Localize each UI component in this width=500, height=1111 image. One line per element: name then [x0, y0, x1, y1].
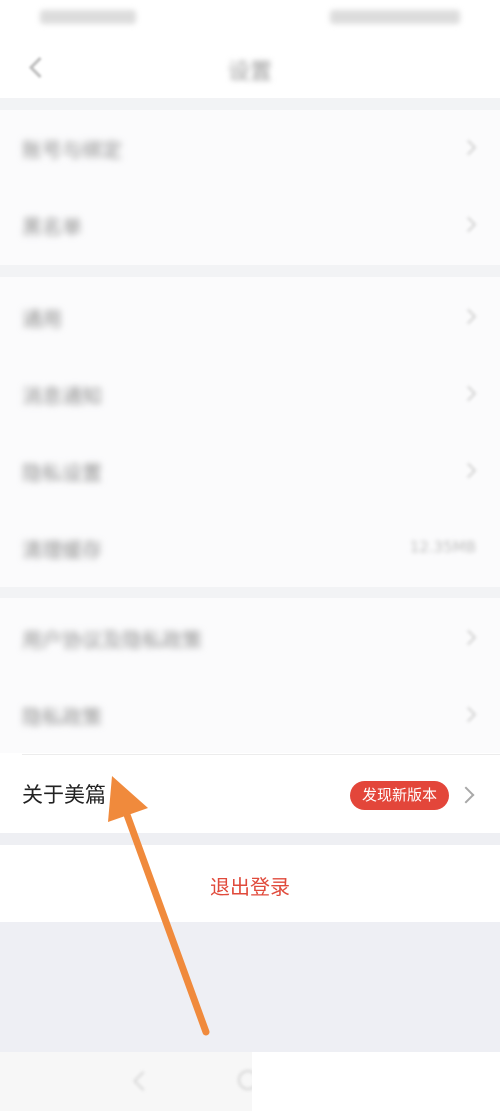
settings-item-label: 消息通知: [22, 384, 102, 408]
new-version-badge: 发现新版本: [350, 781, 450, 810]
settings-group-account: 账号与绑定 黑名单: [0, 110, 500, 265]
chevron-right-icon: [460, 216, 477, 233]
chevron-right-icon: [460, 462, 477, 479]
screenshot-crop-overlay: [252, 1052, 500, 1111]
chevron-right-icon: [460, 706, 477, 723]
system-back-icon[interactable]: [133, 1071, 153, 1091]
settings-group-general: 通用 消息通知 隐私设置 清理缓存 12.35MB: [0, 277, 500, 587]
status-system-icons: [330, 10, 460, 24]
chevron-right-icon: [457, 786, 475, 804]
logout-button[interactable]: 退出登录: [0, 845, 500, 922]
settings-item-privacy-policy[interactable]: 隐私政策: [0, 677, 500, 754]
page-title: 设置: [227, 60, 272, 85]
settings-item-label: 清理缓存: [22, 538, 102, 562]
settings-item-about[interactable]: 关于美篇 发现新版本: [0, 755, 500, 833]
settings-item-label: 账号与绑定: [22, 138, 122, 162]
chevron-right-icon: [460, 385, 477, 402]
chevron-right-icon: [460, 629, 477, 646]
chevron-right-icon: [460, 308, 477, 325]
settings-group-legal: 用户协议及隐私政策 隐私政策: [0, 598, 500, 753]
status-carrier-info: [40, 10, 136, 24]
section-divider: [0, 833, 500, 845]
cache-size-value: 12.35MB: [409, 538, 476, 556]
logout-label: 退出登录: [210, 875, 290, 899]
settings-item-label: 黑名单: [22, 215, 82, 239]
settings-item-account-binding[interactable]: 账号与绑定: [0, 110, 500, 187]
settings-item-clear-cache[interactable]: 清理缓存 12.35MB: [0, 510, 500, 587]
status-bar: [0, 0, 500, 36]
settings-item-privacy[interactable]: 隐私设置: [0, 433, 500, 510]
settings-item-label: 通用: [22, 307, 62, 331]
settings-item-label: 隐私政策: [22, 705, 102, 729]
section-divider: [0, 587, 500, 598]
settings-item-label: 用户协议及隐私政策: [22, 628, 202, 652]
settings-item-general[interactable]: 通用: [0, 279, 500, 356]
chevron-right-icon: [460, 139, 477, 156]
settings-item-blacklist[interactable]: 黑名单: [0, 187, 500, 264]
section-divider: [0, 265, 500, 277]
section-divider: [0, 98, 500, 110]
settings-item-user-agreement[interactable]: 用户协议及隐私政策: [0, 600, 500, 677]
about-label: 关于美篇: [22, 783, 106, 807]
settings-item-notifications[interactable]: 消息通知: [0, 356, 500, 433]
nav-bar: 设置: [0, 36, 500, 98]
settings-item-label: 隐私设置: [22, 461, 102, 485]
